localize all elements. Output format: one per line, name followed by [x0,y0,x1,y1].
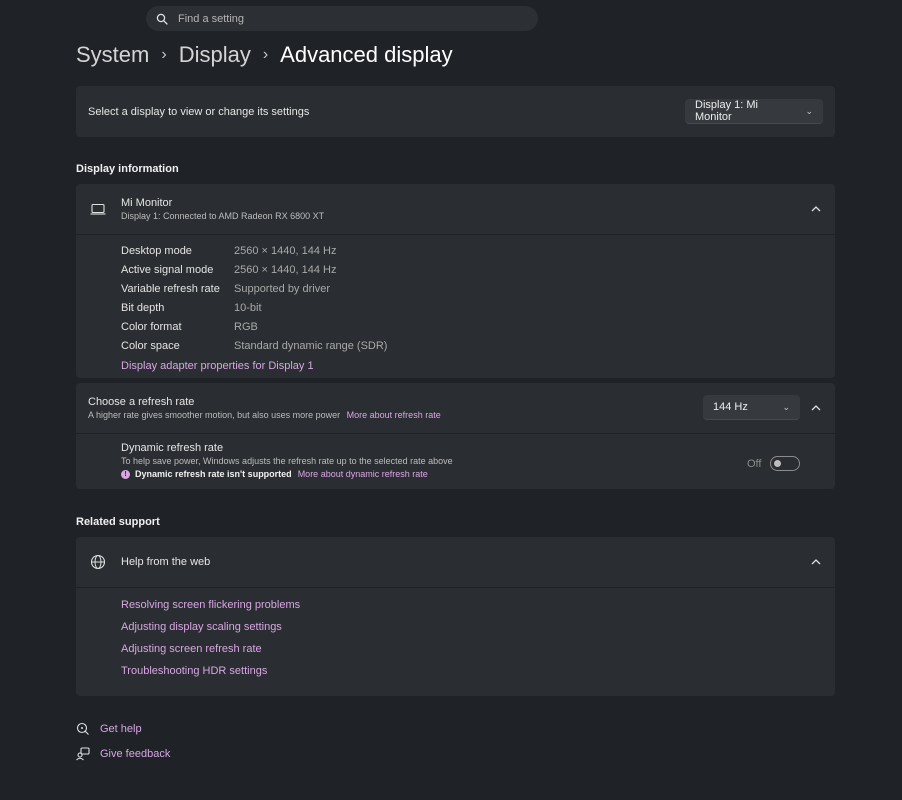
display-select-dropdown[interactable]: Display 1: Mi Monitor ⌄ [685,99,823,124]
info-label: Desktop mode [121,244,192,257]
refresh-header: Choose a refresh rate A higher rate give… [76,383,835,433]
not-supported-text: Dynamic refresh rate isn't supported [135,469,292,479]
info-label: Bit depth [121,301,165,314]
chevron-up-icon[interactable] [809,555,823,569]
chevron-right-icon: › [161,46,167,63]
monitor-name: Mi Monitor [121,197,173,209]
info-row-desktop-mode: Desktop mode 2560 × 1440, 144 Hz [121,241,835,260]
breadcrumb-display[interactable]: Display [179,42,251,68]
display-info-heading: Display information [76,163,179,175]
monitor-header[interactable]: Mi Monitor Display 1: Connected to AMD R… [76,184,835,234]
refresh-rate-value: 144 Hz [713,401,748,413]
refresh-rate-card: Choose a refresh rate A higher rate give… [76,383,835,489]
search-box[interactable]: Find a setting [146,6,538,31]
help-link-refresh[interactable]: Adjusting screen refresh rate [121,643,262,655]
display-select-value: Display 1: Mi Monitor [695,99,758,123]
info-icon: ! [121,469,130,479]
display-info-card: Mi Monitor Display 1: Connected to AMD R… [76,184,835,378]
info-value: 2560 × 1440, 144 Hz [234,263,337,276]
info-value: 2560 × 1440, 144 Hz [234,244,337,257]
refresh-rate-dropdown[interactable]: 144 Hz ⌄ [703,395,800,420]
dynamic-refresh-title: Dynamic refresh rate [121,442,224,454]
info-value: 10-bit [234,301,262,314]
monitor-icon [90,203,106,215]
chevron-down-icon: ⌄ [782,401,790,412]
search-icon [156,13,168,25]
select-display-label: Select a display to view or change its s… [88,105,310,118]
info-value: RGB [234,320,258,333]
info-label: Variable refresh rate [121,282,220,295]
toggle-knob [774,460,782,467]
dynamic-refresh-row: Dynamic refresh rate To help save power,… [76,434,835,489]
info-value: Supported by driver [234,282,330,295]
info-row-vrr: Variable refresh rate Supported by drive… [121,279,835,298]
info-row-active-signal: Active signal mode 2560 × 1440, 144 Hz [121,260,835,279]
related-support-heading: Related support [76,516,160,528]
breadcrumb-system[interactable]: System [76,42,149,68]
adapter-properties-link[interactable]: Display adapter properties for Display 1 [121,360,314,372]
help-link-flickering[interactable]: Resolving screen flickering problems [121,599,300,611]
select-display-card: Select a display to view or change its s… [76,86,835,137]
info-label: Color format [121,320,182,333]
search-input[interactable]: Find a setting [178,13,244,25]
get-help-link[interactable]: Get help [76,722,142,736]
refresh-title: Choose a refresh rate [88,396,195,408]
more-about-refresh-link[interactable]: More about refresh rate [347,410,441,420]
help-link-hdr[interactable]: Troubleshooting HDR settings [121,665,267,677]
chevron-up-icon[interactable] [809,401,823,415]
info-value: Standard dynamic range (SDR) [234,339,388,352]
chevron-down-icon: ⌄ [805,105,813,116]
globe-icon [90,554,106,570]
chevron-right-icon: › [262,46,269,63]
monitor-connection: Display 1: Connected to AMD Radeon RX 68… [121,211,325,221]
feedback-icon [76,747,90,761]
give-feedback-link[interactable]: Give feedback [76,747,170,761]
chevron-up-icon[interactable] [809,202,823,216]
get-help-label: Get help [100,723,142,735]
page-title: Advanced display [280,42,453,67]
help-card: Help from the web Resolving screen flick… [76,537,835,696]
dynamic-refresh-subtitle: To help save power, Windows adjusts the … [121,456,453,466]
help-header[interactable]: Help from the web [76,537,835,587]
info-row-color-space: Color space Standard dynamic range (SDR) [121,336,835,355]
info-row-bit-depth: Bit depth 10-bit [121,298,835,317]
info-label: Color space [121,339,180,352]
info-label: Active signal mode [121,263,214,276]
breadcrumb: System › Display › Advanced display [76,42,453,68]
more-about-dynamic-link[interactable]: More about dynamic refresh rate [298,469,428,479]
dynamic-refresh-toggle[interactable] [770,456,801,471]
info-row-color-format: Color format RGB [121,317,835,336]
give-feedback-label: Give feedback [100,748,171,760]
refresh-subtitle: A higher rate gives smoother motion, but… [88,410,341,420]
help-link-scaling[interactable]: Adjusting display scaling settings [121,621,282,633]
toggle-state-label: Off [747,457,762,470]
help-title: Help from the web [121,556,211,568]
help-chat-icon [76,722,89,735]
